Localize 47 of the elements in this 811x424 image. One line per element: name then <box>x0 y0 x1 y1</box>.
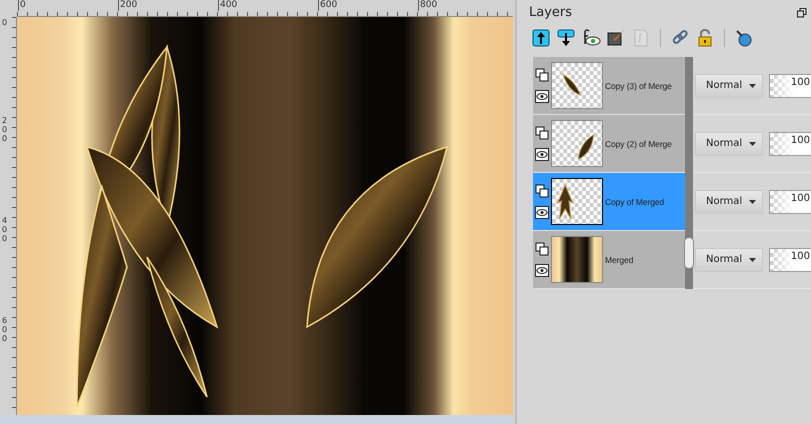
layer-name: Merged <box>605 254 634 264</box>
caret-icon <box>749 84 756 88</box>
eye-icon[interactable] <box>535 90 549 103</box>
pushpin-icon[interactable] <box>734 28 754 48</box>
ruler-label: 600 <box>2 317 8 344</box>
caret-icon <box>749 200 756 204</box>
layer-name: Copy (2) of Merge <box>605 138 672 148</box>
ruler-label: 400 <box>2 217 8 244</box>
layer-type-icon[interactable] <box>535 126 549 140</box>
layer-thumbnail <box>551 236 603 283</box>
opacity-field[interactable]: 100 <box>769 190 811 214</box>
panel-title: Layers <box>529 5 572 22</box>
move-up-icon[interactable] <box>531 28 551 48</box>
ruler-label: 0 <box>18 0 26 11</box>
blend-mode-dropdown[interactable]: Normal <box>695 248 763 272</box>
ruler-label: 200 <box>2 117 8 144</box>
eye-icon[interactable] <box>535 264 549 277</box>
move-down-icon[interactable] <box>556 28 576 48</box>
panel-splitter[interactable] <box>685 57 693 289</box>
ruler-label: 400 <box>218 0 238 11</box>
caret-icon <box>749 142 756 146</box>
layer-row[interactable]: Copy of Merged <box>533 173 685 231</box>
paintbrush-icon[interactable] <box>606 28 626 48</box>
blend-mode-dropdown[interactable]: Normal <box>695 190 763 214</box>
opacity-field[interactable]: 100 <box>769 248 811 272</box>
layer-type-icon[interactable] <box>535 68 549 82</box>
blend-mode-dropdown[interactable]: Normal <box>695 132 763 156</box>
blend-mode-dropdown[interactable]: Normal <box>695 74 763 98</box>
layer-name: Copy (3) of Merge <box>605 80 672 90</box>
ruler-label: 600 <box>318 0 338 11</box>
layer-thumbnail <box>551 120 603 167</box>
opacity-field[interactable]: 100 <box>769 74 811 98</box>
layer-type-icon[interactable] <box>535 242 549 256</box>
eye-icon[interactable] <box>535 206 549 219</box>
caret-icon <box>749 258 756 262</box>
eye-icon[interactable] <box>581 28 601 48</box>
layer-thumbnail <box>551 178 603 225</box>
ruler-label: 200 <box>118 0 138 11</box>
restore-icon[interactable] <box>797 8 807 18</box>
layer-name: Copy of Merged <box>605 196 664 206</box>
layer-thumbnail <box>551 62 603 109</box>
ruler-label: 800 <box>418 0 438 11</box>
ruler-label: 0 <box>2 19 8 28</box>
opacity-field[interactable]: 100 <box>769 132 811 156</box>
layer-type-icon[interactable] <box>535 184 549 198</box>
splitter-handle[interactable] <box>684 237 694 269</box>
eye-icon[interactable] <box>535 148 549 161</box>
